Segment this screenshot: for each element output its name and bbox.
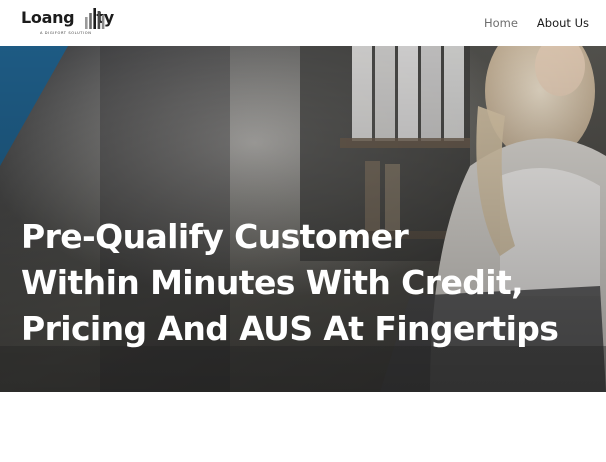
brand-logo[interactable]: Loang ty A DIGIFORT SOLUTION xyxy=(21,7,114,39)
logo-tagline: A DIGIFORT SOLUTION xyxy=(40,31,92,35)
logo-bars-icon xyxy=(85,8,105,29)
hero-headline-line: Within Minutes With Credit, xyxy=(21,263,524,302)
hero-headline-line: Pricing And AUS At Fingertips xyxy=(21,309,559,348)
page-content-area xyxy=(0,392,606,462)
nav-about-us-link[interactable]: About Us xyxy=(537,16,589,30)
hero-headline-line: Pre-Qualify Customer xyxy=(21,217,409,256)
site-header: Loang ty A DIGIFORT SOLUTION Home About U… xyxy=(0,0,606,46)
nav-home-link[interactable]: Home xyxy=(484,16,518,30)
hero-headline: Pre-Qualify Customer Within Minutes With… xyxy=(21,214,559,352)
hero-banner: Pre-Qualify Customer Within Minutes With… xyxy=(0,46,606,392)
main-nav: Home About Us xyxy=(484,16,589,30)
